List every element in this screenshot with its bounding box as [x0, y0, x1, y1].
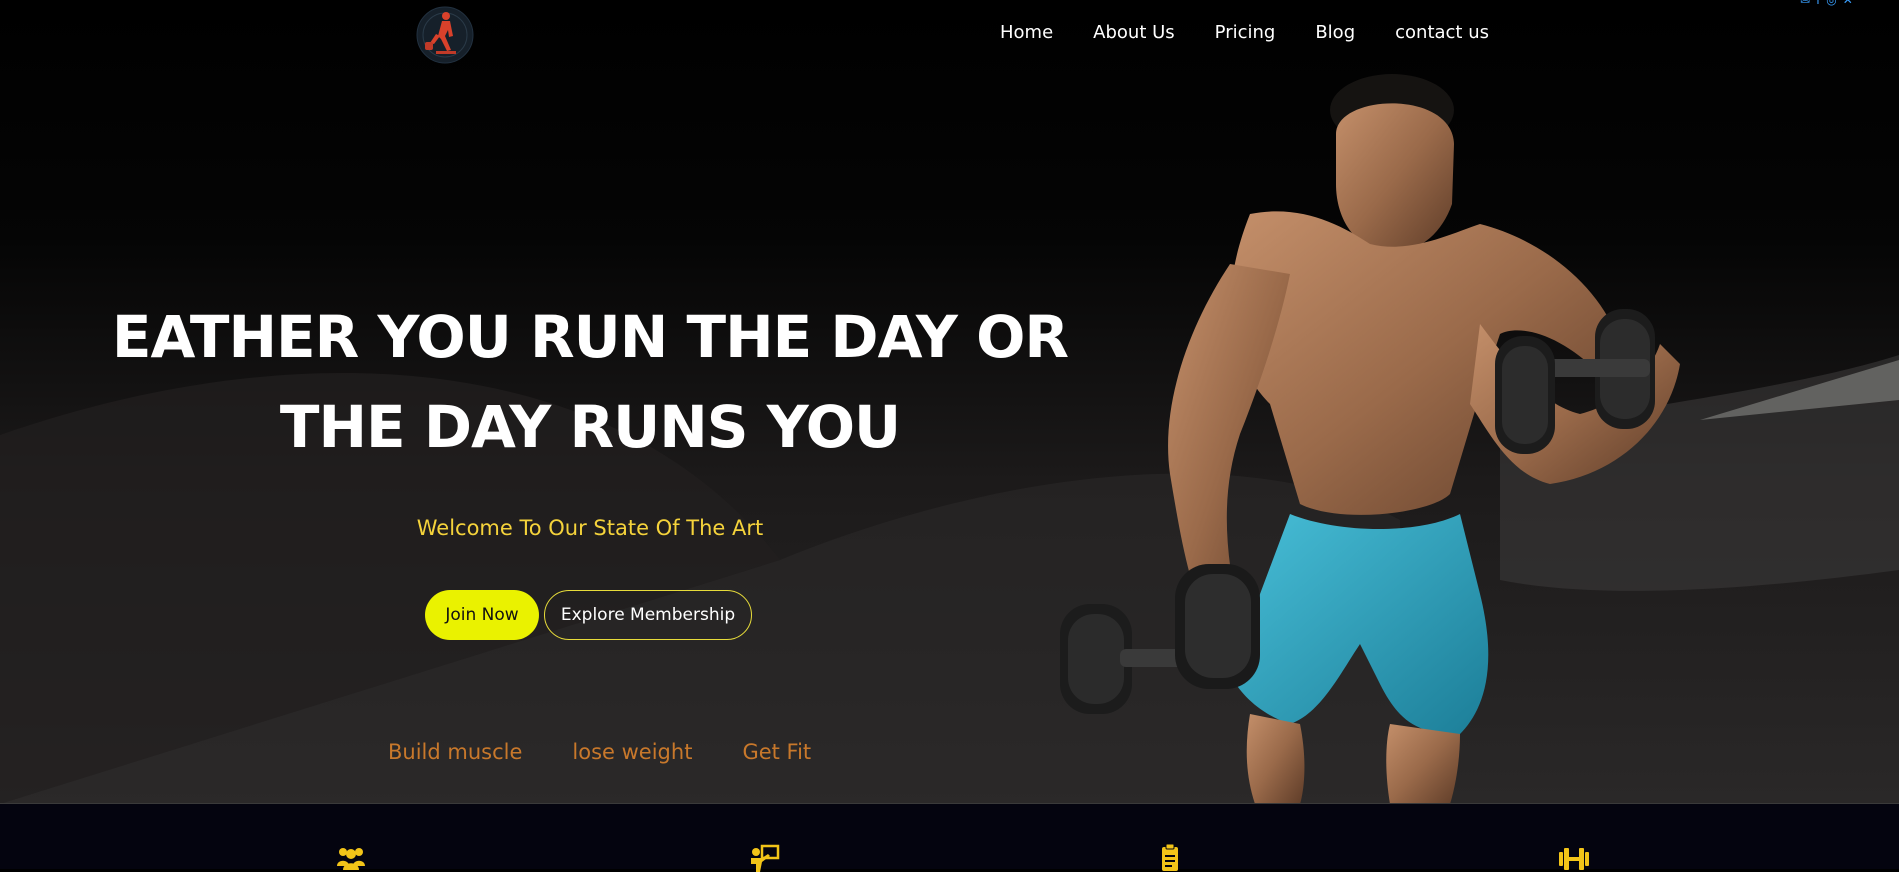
mail-icon[interactable]: ✉ — [1800, 0, 1810, 6]
nav-link-pricing[interactable]: Pricing — [1215, 22, 1276, 43]
nav-link-blog[interactable]: Blog — [1315, 22, 1355, 43]
main-nav: Home About Us Pricing Blog contact us — [1000, 22, 1489, 43]
goal-get-fit: Get Fit — [742, 740, 812, 764]
hero-section: Home About Us Pricing Blog contact us ✉ … — [0, 0, 1899, 804]
join-now-button[interactable]: Join Now — [425, 590, 539, 640]
headline-line-2: THE DAY RUNS YOU — [279, 393, 901, 461]
nav-link-contact-us[interactable]: contact us — [1395, 22, 1489, 43]
instagram-icon[interactable]: ◎ — [1826, 0, 1836, 6]
hero-headline: EATHER YOU RUN THE DAY OR THE DAY RUNS Y… — [110, 292, 1070, 472]
left-dumbbell — [1060, 564, 1260, 714]
goal-lose-weight: lose weight — [572, 740, 693, 764]
gym-logo[interactable] — [416, 6, 474, 64]
features-strip — [0, 804, 1899, 872]
fitness-goals: Build muscle lose weight Get Fit — [388, 740, 811, 764]
clipboard-icon — [1162, 844, 1178, 871]
facebook-icon[interactable]: f — [1816, 0, 1820, 6]
trainer-icon — [751, 844, 780, 872]
social-links: ✉ f ◎ ✕ — [1800, 0, 1853, 6]
hero-tagline: Welcome To Our State Of The Art — [416, 516, 764, 540]
explore-membership-button[interactable]: Explore Membership — [544, 590, 752, 640]
nav-link-about-us[interactable]: About Us — [1093, 22, 1175, 43]
dumbbell-icon — [1559, 848, 1589, 870]
headline-line-1: EATHER YOU RUN THE DAY OR — [111, 303, 1069, 371]
goal-build-muscle: Build muscle — [388, 740, 523, 764]
nav-link-home[interactable]: Home — [1000, 22, 1053, 43]
bodybuilder-image — [1060, 74, 1680, 804]
group-icon — [337, 848, 365, 870]
x-icon[interactable]: ✕ — [1843, 0, 1853, 6]
